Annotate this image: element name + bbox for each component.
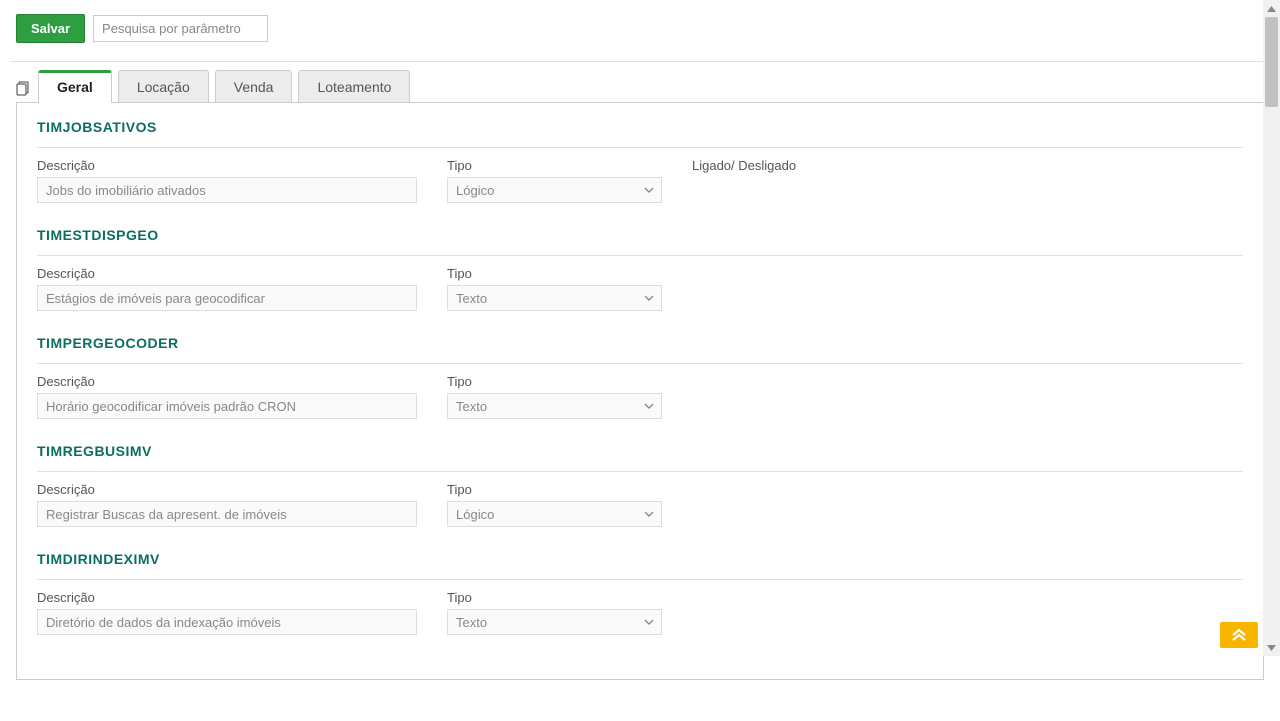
copy-icon[interactable] [16, 81, 38, 103]
label-tipo: Tipo [447, 374, 662, 389]
scrollbar-down-icon[interactable] [1263, 639, 1280, 656]
label-descricao: Descrição [37, 158, 417, 173]
tab-venda[interactable]: Venda [215, 70, 293, 103]
top-bar: Salvar [10, 10, 1270, 62]
descricao-input[interactable] [37, 285, 417, 311]
scrollbar[interactable] [1263, 0, 1280, 656]
scrollbar-thumb[interactable] [1265, 17, 1278, 107]
param-section: TIMJOBSATIVOS Descrição Tipo Li [37, 119, 1243, 203]
tipo-select[interactable] [447, 285, 662, 311]
label-tipo: Tipo [447, 590, 662, 605]
section-title: TIMESTDISPGEO [37, 227, 1243, 256]
label-tipo: Tipo [447, 266, 662, 281]
tab-geral[interactable]: Geral [38, 70, 112, 103]
label-tipo: Tipo [447, 482, 662, 497]
tab-locacao[interactable]: Locação [118, 70, 209, 103]
param-section: TIMESTDISPGEO Descrição Tipo [37, 227, 1243, 311]
section-title: TIMREGBUSIMV [37, 443, 1243, 472]
scrollbar-up-icon[interactable] [1263, 0, 1280, 17]
param-section: TIMPERGEOCODER Descrição Tipo [37, 335, 1243, 419]
label-tipo: Tipo [447, 158, 662, 173]
label-descricao: Descrição [37, 266, 417, 281]
section-title: TIMJOBSATIVOS [37, 119, 1243, 148]
tipo-select[interactable] [447, 609, 662, 635]
label-descricao: Descrição [37, 482, 417, 497]
section-title: TIMDIRINDEXIMV [37, 551, 1243, 580]
descricao-input[interactable] [37, 609, 417, 635]
tab-panel-geral: TIMJOBSATIVOS Descrição Tipo Li [16, 102, 1264, 680]
section-title: TIMPERGEOCODER [37, 335, 1243, 364]
label-descricao: Descrição [37, 590, 417, 605]
label-descricao: Descrição [37, 374, 417, 389]
descricao-input[interactable] [37, 177, 417, 203]
tab-loteamento[interactable]: Loteamento [298, 70, 410, 103]
save-button[interactable]: Salvar [16, 14, 85, 43]
tipo-select[interactable] [447, 501, 662, 527]
param-section: TIMREGBUSIMV Descrição Tipo [37, 443, 1243, 527]
tipo-select[interactable] [447, 177, 662, 203]
label-ligado: Ligado/ Desligado [692, 158, 1243, 173]
search-input[interactable] [93, 15, 268, 42]
param-section: TIMDIRINDEXIMV Descrição Tipo [37, 551, 1243, 635]
descricao-input[interactable] [37, 393, 417, 419]
tabs: Geral Locação Venda Loteamento [38, 70, 416, 103]
tipo-select[interactable] [447, 393, 662, 419]
tabs-row: Geral Locação Venda Loteamento [10, 70, 1270, 103]
descricao-input[interactable] [37, 501, 417, 527]
